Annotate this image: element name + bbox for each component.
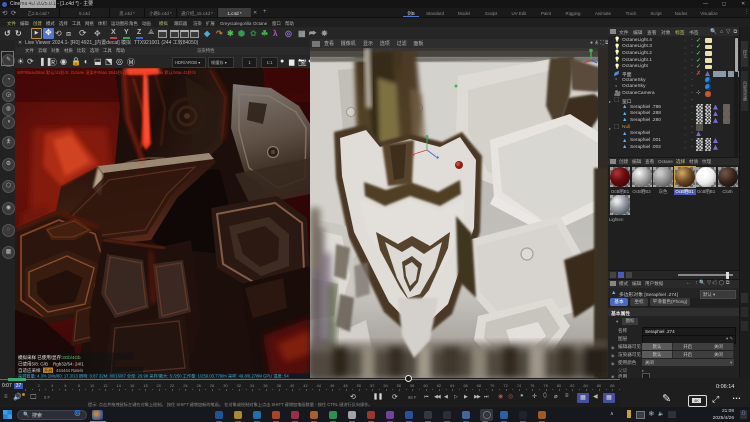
svg-text:已使用5/8: G/B Rgb32/64: 24/1: 已使用5/8: G/B Rgb32/64: 24/1 — [18, 361, 84, 368]
svg-text:W/P/Beau/Max 默认/41秒/S: Octane: W/P/Beau/Max 默认/41秒/S: Octane 渲染中/Max 28… — [17, 69, 196, 76]
svg-text:444444 Rate/s: 444444 Rate/s — [56, 368, 83, 373]
svg-text:模拟采样 已使用/显存:3Gb/4Gb: 模拟采样 已使用/显存:3Gb/4Gb — [18, 354, 81, 361]
